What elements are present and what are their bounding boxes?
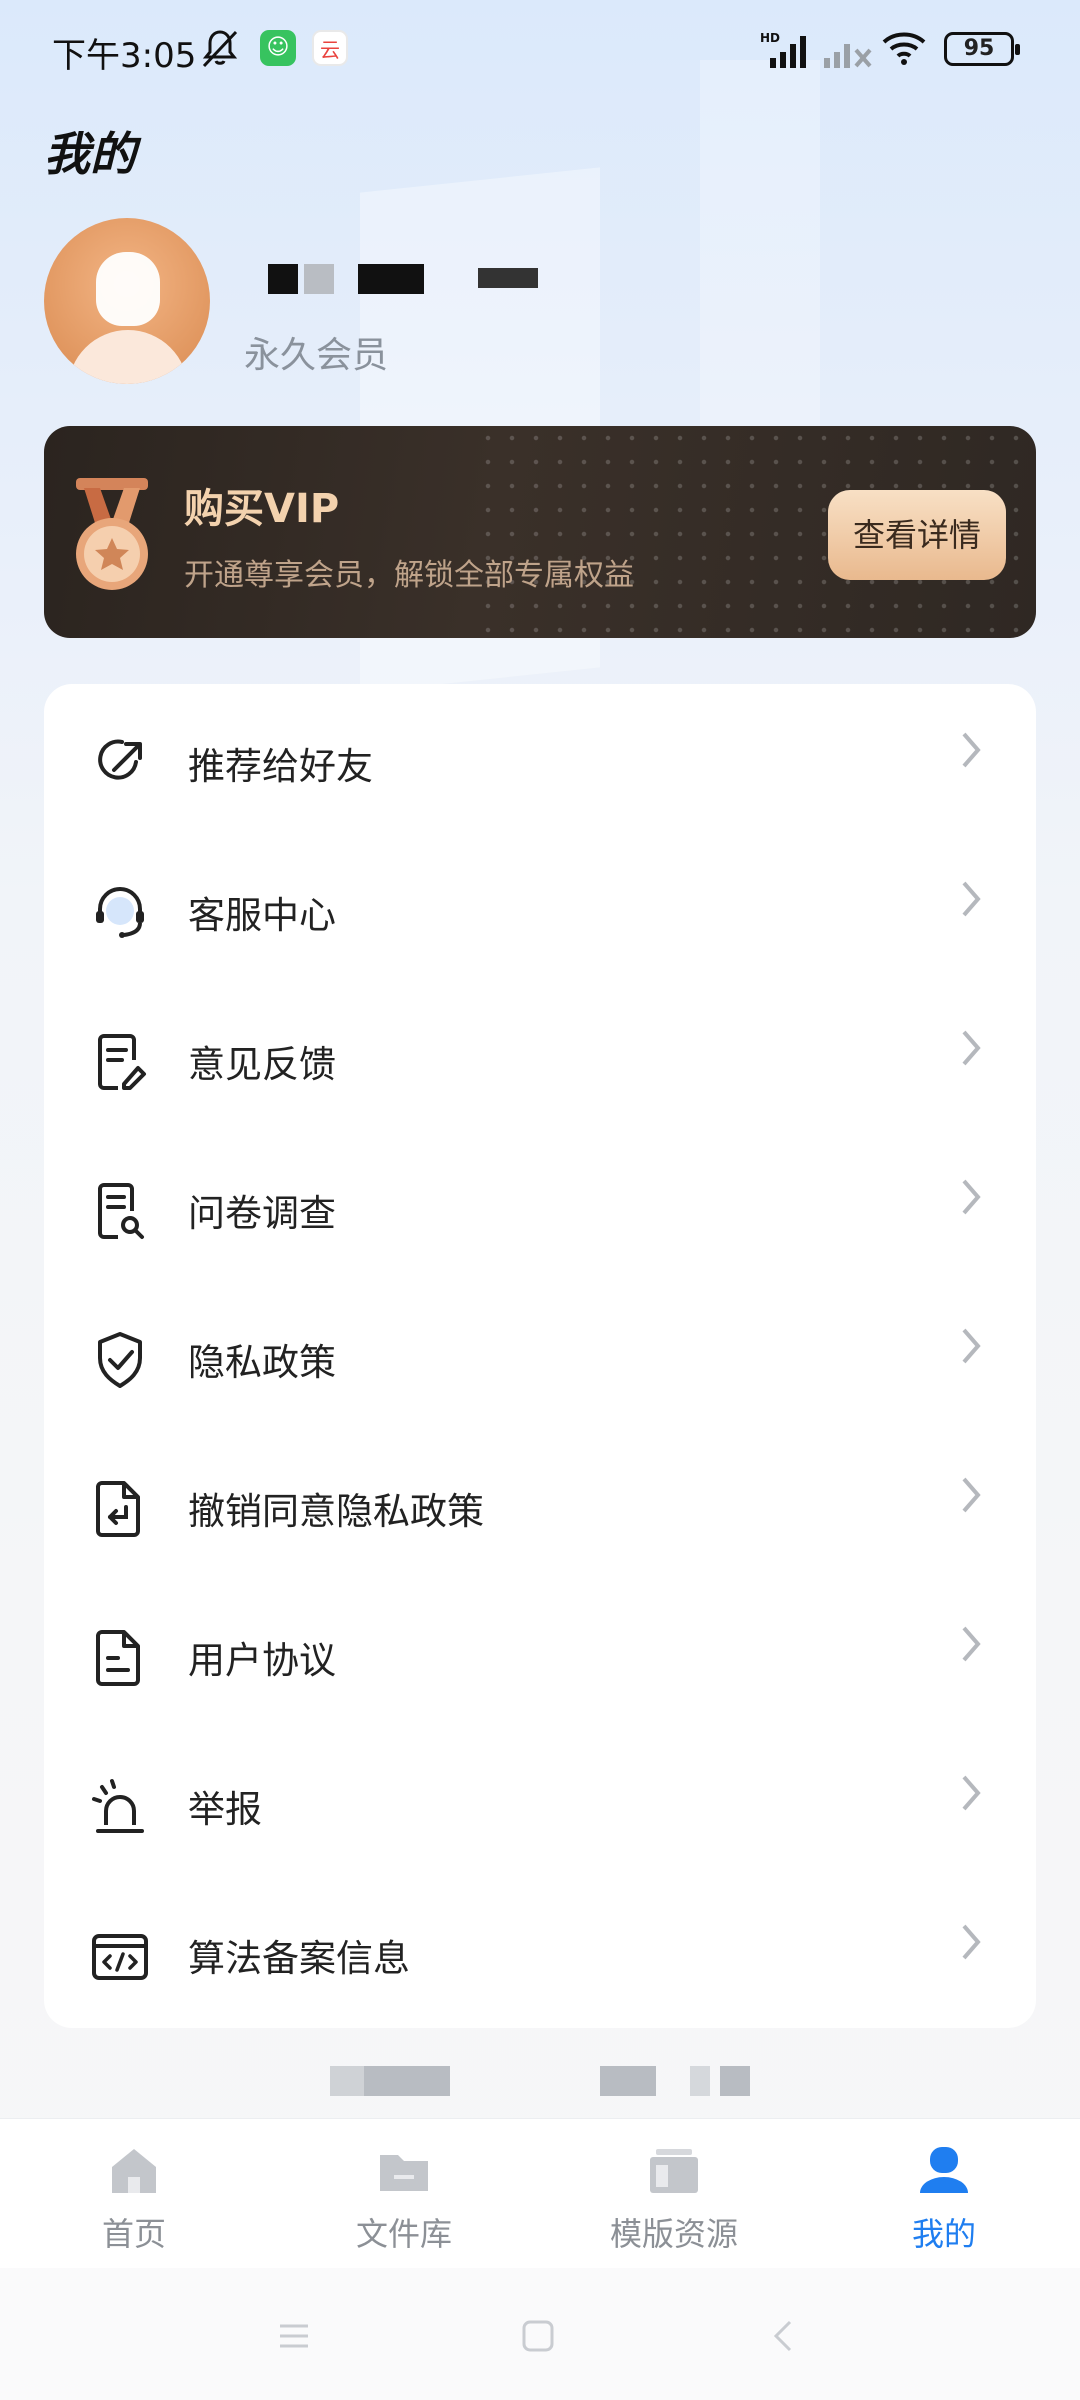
secondary-signal-icon [822, 30, 874, 74]
redacted-footer-text [330, 2066, 750, 2096]
menu-item-label: 用户协议 [188, 1639, 336, 1682]
chevron-right-icon [962, 1626, 981, 1662]
home-icon [112, 2149, 156, 2193]
member-level: 永久会员 [244, 335, 389, 376]
agreement-document-icon [96, 1630, 140, 1686]
revoke-document-icon [96, 1481, 140, 1537]
chevron-right-icon [962, 1030, 981, 1066]
tab-mine[interactable]: 我的 [844, 2143, 1044, 2263]
menu-item-algorithm-filing[interactable]: 算法备案信息 [44, 1876, 1036, 2025]
page-title: 我的 [44, 127, 136, 181]
feedback-icon [98, 1034, 146, 1090]
back-icon[interactable] [766, 2318, 802, 2354]
chevron-right-icon [962, 1328, 981, 1364]
bottom-navigation: 首页 文件库 模版资源 我的 [0, 2118, 1080, 2268]
survey-icon [98, 1183, 144, 1239]
alarm-icon [92, 1779, 144, 1833]
menu-item-label: 意见反馈 [188, 1043, 336, 1086]
chevron-right-icon [962, 1775, 981, 1811]
shield-check-icon [98, 1332, 142, 1388]
menu-list: 推荐给好友 客服中心 意见反馈 问卷调查 隐私政策 撤销同意隐私政策 用户协议 … [44, 684, 1036, 2028]
system-navigation-bar [0, 2268, 1080, 2400]
code-icon [92, 1934, 148, 1980]
tab-template-resources[interactable]: 模版资源 [574, 2143, 774, 2263]
chevron-right-icon [962, 1179, 981, 1215]
svg-text:HD: HD [760, 31, 780, 45]
status-bar: 下午3:05 ☺ 云 HD 95 [0, 0, 1080, 100]
folder-icon [380, 2155, 428, 2191]
status-time: 下午3:05 [52, 36, 197, 76]
chevron-right-icon [962, 881, 981, 917]
menu-item-revoke-privacy[interactable]: 撤销同意隐私政策 [44, 1429, 1036, 1578]
vip-details-button[interactable]: 查看详情 [828, 490, 1006, 580]
template-icon [650, 2149, 698, 2193]
menu-item-customer-service[interactable]: 客服中心 [44, 833, 1036, 982]
cloud-app-notification-icon: 云 [312, 30, 348, 66]
tab-label: 首页 [101, 2215, 166, 2253]
mute-icon [202, 30, 238, 68]
tab-file-library[interactable]: 文件库 [304, 2143, 504, 2263]
menu-item-privacy-policy[interactable]: 隐私政策 [44, 1280, 1036, 1429]
menu-item-label: 举报 [188, 1788, 262, 1831]
share-icon [98, 739, 142, 780]
vip-subtitle: 开通尊享会员，解锁全部专属权益 [184, 558, 634, 593]
tab-label: 模版资源 [609, 2215, 738, 2253]
tab-label: 文件库 [355, 2215, 452, 2253]
chevron-right-icon [962, 732, 981, 768]
menu-item-report[interactable]: 举报 [44, 1727, 1036, 1876]
menu-item-user-agreement[interactable]: 用户协议 [44, 1578, 1036, 1727]
menu-item-label: 推荐给好友 [188, 745, 373, 788]
user-icon [920, 2147, 968, 2193]
menu-item-label: 撤销同意隐私政策 [188, 1490, 484, 1533]
tab-label: 我的 [911, 2215, 976, 2253]
medal-icon [76, 478, 148, 590]
chevron-right-icon [962, 1477, 981, 1513]
menu-item-survey[interactable]: 问卷调查 [44, 1131, 1036, 1280]
chevron-right-icon [962, 1924, 981, 1960]
username-redacted [268, 250, 568, 298]
cellular-signal-icon: HD [760, 30, 814, 74]
menu-item-label: 问卷调查 [188, 1192, 336, 1235]
background-decoration [700, 60, 820, 440]
menu-item-label: 隐私政策 [188, 1341, 336, 1384]
tab-home[interactable]: 首页 [34, 2143, 234, 2263]
vip-banner[interactable]: 购买VIP 开通尊享会员，解锁全部专属权益 查看详情 [44, 426, 1036, 638]
menu-item-label: 客服中心 [188, 894, 336, 937]
wechat-notification-icon: ☺ [260, 30, 296, 66]
battery-level: 95 [963, 36, 995, 61]
wifi-icon [882, 32, 926, 65]
menu-item-feedback[interactable]: 意见反馈 [44, 982, 1036, 1131]
headset-icon [96, 887, 144, 938]
avatar[interactable] [44, 218, 210, 384]
menu-item-recommend[interactable]: 推荐给好友 [44, 684, 1036, 833]
battery-icon: 95 [944, 32, 1020, 66]
vip-title: 购买VIP [184, 486, 340, 532]
menu-icon[interactable] [276, 2318, 312, 2354]
menu-item-label: 算法备案信息 [188, 1937, 410, 1980]
home-square-icon[interactable] [520, 2318, 556, 2354]
